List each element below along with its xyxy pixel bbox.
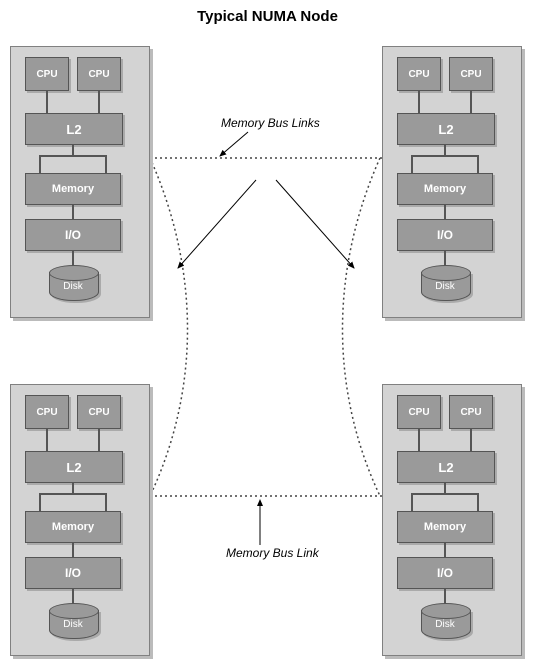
memory-bus-link-label: Memory Bus Link xyxy=(226,546,319,560)
wire xyxy=(411,493,413,511)
numa-node-br: CPUCPU L2 Memory I/O Disk xyxy=(382,384,522,656)
cpu-block: CPU xyxy=(25,395,69,429)
wire xyxy=(477,155,479,173)
wire xyxy=(444,205,446,219)
cpu-chip: CPU xyxy=(25,57,69,91)
cpu-block: CPU xyxy=(449,395,493,429)
cpu-chip: CPU xyxy=(77,57,121,91)
memory-bus-links-label: Memory Bus Links xyxy=(221,116,320,130)
wire xyxy=(39,493,107,495)
cpu-chip: CPU xyxy=(25,395,69,429)
wire xyxy=(98,429,100,451)
memory-block: Memory xyxy=(25,511,121,543)
io-block: I/O xyxy=(397,219,493,251)
l2-cache: L2 xyxy=(25,113,123,145)
wire xyxy=(98,91,100,113)
wire xyxy=(411,493,479,495)
wire xyxy=(418,429,420,451)
cpu-block: CPU xyxy=(77,395,121,429)
cpu-chip: CPU xyxy=(397,395,441,429)
cpu-block: CPU xyxy=(397,57,441,91)
wire xyxy=(418,91,420,113)
wire xyxy=(72,205,74,219)
wire xyxy=(39,493,41,511)
disk-icon: Disk xyxy=(49,265,97,307)
wire xyxy=(72,483,74,493)
memory-block: Memory xyxy=(25,173,121,205)
wire xyxy=(46,429,48,451)
wire xyxy=(46,91,48,113)
wire xyxy=(411,155,479,157)
memory-block: Memory xyxy=(397,511,493,543)
disk-icon: Disk xyxy=(421,265,469,307)
l2-cache: L2 xyxy=(397,113,495,145)
wire xyxy=(470,91,472,113)
wire xyxy=(470,429,472,451)
numa-diagram: Typical NUMA Node Memory Bus Links Memor… xyxy=(0,0,535,663)
cpu-chip: CPU xyxy=(397,57,441,91)
cpu-chip: CPU xyxy=(449,395,493,429)
wire xyxy=(444,483,446,493)
wire xyxy=(444,543,446,557)
cpu-block: CPU xyxy=(77,57,121,91)
disk-icon: Disk xyxy=(49,603,97,645)
wire xyxy=(105,155,107,173)
cpu-block: CPU xyxy=(397,395,441,429)
cpu-chip: CPU xyxy=(449,57,493,91)
l2-cache: L2 xyxy=(25,451,123,483)
io-block: I/O xyxy=(25,219,121,251)
numa-node-tl: CPUCPU L2 Memory I/O Disk xyxy=(10,46,150,318)
wire xyxy=(39,155,41,173)
cpu-block: CPU xyxy=(25,57,69,91)
io-block: I/O xyxy=(397,557,493,589)
disk-icon: Disk xyxy=(421,603,469,645)
memory-block: Memory xyxy=(397,173,493,205)
numa-node-tr: CPUCPU L2 Memory I/O Disk xyxy=(382,46,522,318)
wire xyxy=(477,493,479,511)
numa-node-bl: CPUCPU L2 Memory I/O Disk xyxy=(10,384,150,656)
cpu-block: CPU xyxy=(449,57,493,91)
wire xyxy=(72,145,74,155)
diagram-title: Typical NUMA Node xyxy=(0,8,535,25)
wire xyxy=(444,145,446,155)
l2-cache: L2 xyxy=(397,451,495,483)
io-block: I/O xyxy=(25,557,121,589)
wire xyxy=(105,493,107,511)
wire xyxy=(411,155,413,173)
cpu-chip: CPU xyxy=(77,395,121,429)
wire xyxy=(72,543,74,557)
wire xyxy=(39,155,107,157)
